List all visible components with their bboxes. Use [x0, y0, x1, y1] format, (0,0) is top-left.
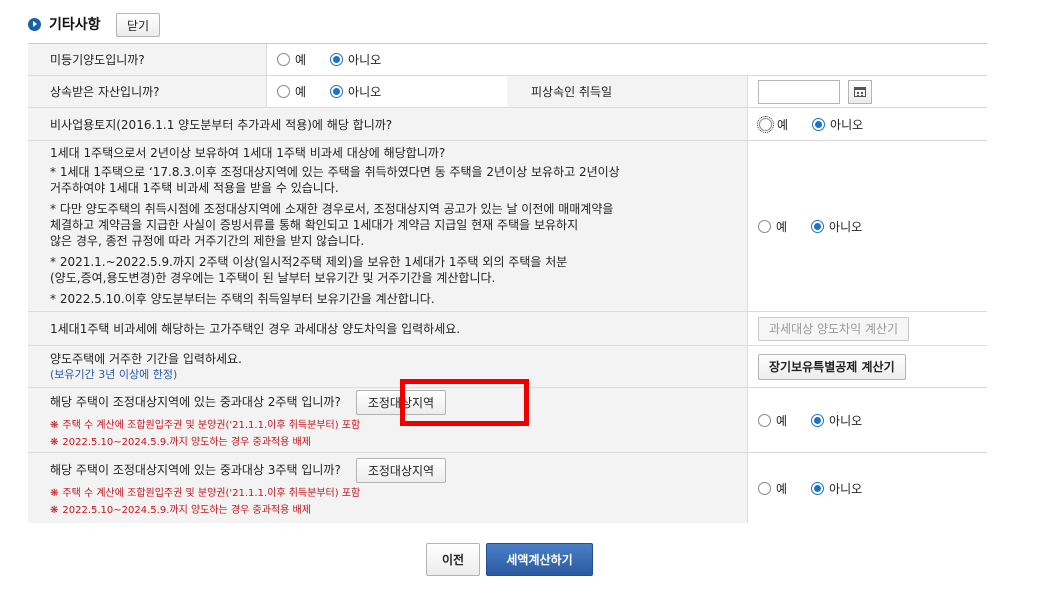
radio-group-non-business-land: 예 아니오 — [757, 115, 887, 133]
long-term-deduction-calculator-button[interactable]: 장기보유특별공제 계산기 — [758, 353, 906, 380]
radio-group-unregistered: 예 아니오 — [277, 51, 405, 68]
radio-yes[interactable] — [758, 481, 771, 495]
residence-period-note: (보유기간 3년 이상에 한정) — [50, 368, 178, 381]
table-row: 1세대 1주택으로서 2년이상 보유하여 1세대 1주택 비과세 대상에 해당합… — [28, 141, 987, 312]
calendar-button[interactable] — [848, 79, 872, 104]
radio-no[interactable] — [330, 85, 344, 98]
question-one-house-exempt: 1세대 1주택으로서 2년이상 보유하여 1세대 1주택 비과세 대상에 해당합… — [50, 146, 446, 160]
prev-button[interactable]: 이전 — [426, 543, 480, 576]
radio-group-two-house: 예 아니오 — [758, 412, 886, 429]
asterisk-icon: ❋ — [50, 504, 59, 516]
radio-yes[interactable] — [277, 53, 290, 66]
asterisk-icon: ❋ — [50, 419, 59, 431]
table-row: 1세대1주택 비과세에 해당하는 고가주택인 경우 과세대상 양도차익을 입력하… — [28, 312, 987, 346]
asterisk-icon: ❋ — [50, 436, 59, 448]
radio-yes[interactable] — [758, 413, 771, 427]
radio-group-three-house: 예 아니오 — [758, 480, 886, 497]
radio-no[interactable] — [811, 481, 825, 495]
asterisk-icon: ❋ — [50, 487, 59, 499]
radio-yes[interactable] — [277, 85, 290, 98]
section-title: 기타사항 — [49, 17, 101, 33]
radio-yes[interactable] — [758, 219, 771, 233]
decedent-acquisition-date-input[interactable] — [758, 79, 840, 104]
table-row: 미등기양도입니까? 예 아니오 — [28, 44, 987, 76]
question-inherited: 상속받은 자산입니까? — [50, 85, 160, 99]
question-three-house-surcharge: 해당 주택이 조정대상지역에 있는 중과대상 3주택 입니까? — [50, 463, 341, 477]
question-unregistered: 미등기양도입니까? — [50, 53, 145, 67]
radio-yes[interactable] — [757, 115, 774, 133]
question-two-house-surcharge: 해당 주택이 조정대상지역에 있는 중과대상 2주택 입니까? — [50, 395, 341, 409]
table-row: 비사업용토지(2016.1.1 양도분부터 추가과세 적용)에 해당 합니까? … — [28, 108, 987, 141]
question-residence-period: 양도주택에 거주한 기간을 입력하세요. — [50, 352, 242, 366]
radio-group-one-house-exempt: 예 아니오 — [758, 218, 886, 235]
radio-no[interactable] — [811, 219, 825, 233]
capital-gain-calculator-button[interactable]: 과세대상 양도차익 계산기 — [758, 316, 910, 341]
table-row: 해당 주택이 조정대상지역에 있는 중과대상 3주택 입니까? 조정대상지역 ❋… — [28, 453, 987, 523]
adjusted-area-button-3house[interactable]: 조정대상지역 — [355, 457, 447, 483]
radio-no[interactable] — [811, 413, 825, 427]
highlight-box — [400, 379, 529, 426]
radio-no[interactable] — [812, 117, 826, 131]
radio-no[interactable] — [330, 53, 344, 66]
question-non-business-land: 비사업용토지(2016.1.1 양도분부터 추가과세 적용)에 해당 합니까? — [50, 117, 393, 132]
calendar-icon — [854, 86, 866, 97]
close-button[interactable]: 닫기 — [116, 13, 160, 37]
table-row: 상속받은 자산입니까? 예 아니오 피상속인 취득일 — [28, 76, 987, 108]
question-high-price-house: 1세대1주택 비과세에 해당하는 고가주택인 경우 과세대상 양도차익을 입력하… — [50, 322, 461, 336]
calculate-tax-button[interactable]: 세액계산하기 — [486, 543, 593, 576]
section-header: 기타사항 — [28, 12, 107, 36]
arrow-circle-icon — [28, 17, 41, 31]
decedent-acquisition-date-label: 피상속인 취득일 — [531, 85, 613, 99]
etc-table: 미등기양도입니까? 예 아니오 상속받은 자산입니까? 예 아니오 피상속인 취… — [28, 43, 987, 523]
radio-group-inherited: 예 아니오 — [277, 83, 405, 100]
